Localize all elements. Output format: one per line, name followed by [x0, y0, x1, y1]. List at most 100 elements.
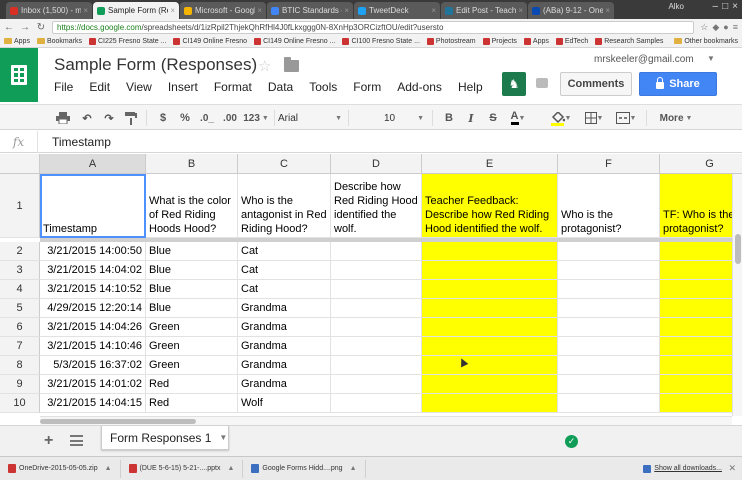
table-cell[interactable] [660, 375, 742, 394]
bold-button[interactable]: B [442, 110, 456, 126]
close-tab-icon[interactable]: × [170, 6, 175, 15]
header-cell[interactable]: Who is the protagonist? [558, 174, 660, 238]
show-all-downloads[interactable]: Show all downloads... [643, 464, 742, 473]
bookmark-item[interactable]: CI149 Online Fresno ... [254, 37, 335, 45]
table-cell[interactable]: Cat [238, 242, 331, 261]
header-cell[interactable]: Describe how Red Riding Hood identified … [331, 174, 422, 238]
table-cell[interactable] [331, 280, 422, 299]
download-item[interactable]: Google Forms Hidd....png ▲ [243, 459, 366, 478]
table-cell[interactable]: Cat [238, 280, 331, 299]
print-icon[interactable] [54, 110, 72, 126]
table-cell[interactable] [422, 318, 558, 337]
back-icon[interactable]: ← [4, 22, 14, 33]
merge-cells-button[interactable]: ▼ [614, 110, 638, 126]
bookmark-item[interactable]: CI225 Fresno State ... [88, 37, 166, 45]
table-cell[interactable] [331, 337, 422, 356]
table-cell[interactable]: 3/21/2015 14:10:52 [40, 280, 146, 299]
table-cell[interactable]: Wolf [238, 394, 331, 413]
header-cell[interactable]: Timestamp [40, 174, 146, 238]
table-cell[interactable] [660, 394, 742, 413]
row-header[interactable]: 8 [0, 356, 40, 375]
table-cell[interactable] [660, 337, 742, 356]
header-cell[interactable]: What is the color of Red Riding Hoods Ho… [146, 174, 238, 238]
browser-tab[interactable]: TweetDeck × [354, 2, 440, 19]
browser-tab[interactable]: Microsoft - Google Dri× [180, 2, 266, 19]
table-cell[interactable]: Red [146, 394, 238, 413]
increase-decimal-button[interactable]: .00 [220, 110, 240, 126]
column-header-c[interactable]: C [238, 154, 331, 174]
bookmark-item[interactable]: Photostream [426, 37, 476, 45]
browser-tab[interactable]: BTIC Standards - Goo× [267, 2, 353, 19]
table-cell[interactable]: Blue [146, 261, 238, 280]
table-cell[interactable]: Green [146, 356, 238, 375]
table-cell[interactable] [422, 242, 558, 261]
decrease-decimal-button[interactable]: .0_ [198, 110, 216, 126]
table-cell[interactable]: 4/29/2015 12:20:14 [40, 299, 146, 318]
table-cell[interactable] [660, 280, 742, 299]
add-sheet-icon[interactable]: + [44, 432, 53, 450]
document-title[interactable]: Sample Form (Responses) [54, 55, 257, 75]
table-cell[interactable] [422, 394, 558, 413]
show-all-downloads-link[interactable]: Show all downloads... [654, 465, 722, 472]
chevron-down-icon[interactable]: ▲ [227, 465, 234, 472]
table-cell[interactable]: Grandma [238, 299, 331, 318]
menu-form[interactable]: Form [353, 80, 381, 94]
download-item[interactable]: OneDrive-2015-05-05.zip ▲ [0, 459, 121, 478]
table-cell[interactable]: 5/3/2015 16:37:02 [40, 356, 146, 375]
menu-data[interactable]: Data [268, 80, 293, 94]
menu-file[interactable]: File [54, 80, 73, 94]
table-cell[interactable]: 3/21/2015 14:01:02 [40, 375, 146, 394]
table-cell[interactable]: Green [146, 337, 238, 356]
table-cell[interactable] [558, 394, 660, 413]
font-family-select[interactable]: Arial ▼ [278, 110, 342, 126]
menu-insert[interactable]: Insert [168, 80, 198, 94]
row-header[interactable]: 5 [0, 299, 40, 318]
share-button[interactable]: Share [639, 72, 717, 96]
star-icon[interactable]: ☆ [258, 57, 271, 75]
table-cell[interactable]: Blue [146, 299, 238, 318]
table-cell[interactable] [558, 356, 660, 375]
table-cell[interactable] [331, 299, 422, 318]
browser-tab[interactable]: Inbox (1,500) - mrskeel× [6, 2, 92, 19]
table-cell[interactable]: 3/21/2015 14:04:15 [40, 394, 146, 413]
font-size-select[interactable]: 10 ▼ [384, 110, 424, 126]
close-icon[interactable]: ✕ [728, 463, 736, 474]
table-cell[interactable] [558, 242, 660, 261]
table-cell[interactable] [660, 242, 742, 261]
table-cell[interactable] [331, 375, 422, 394]
sheets-home-logo[interactable] [0, 48, 38, 102]
row-header[interactable]: 9 [0, 375, 40, 394]
close-tab-icon[interactable]: × [83, 6, 88, 15]
table-cell[interactable] [331, 356, 422, 375]
table-cell[interactable] [422, 280, 558, 299]
browser-tab[interactable]: (ABa) 9-12 - OneDri× [528, 2, 614, 19]
addon-horse-icon[interactable]: ♞ [502, 72, 526, 96]
chevron-down-icon[interactable]: ▼ [707, 54, 715, 63]
table-cell[interactable] [660, 299, 742, 318]
forward-icon[interactable]: → [20, 22, 30, 33]
bookmark-star-icon[interactable]: ☆ [700, 22, 708, 33]
table-cell[interactable] [422, 337, 558, 356]
other-bookmarks[interactable]: Other bookmarks [674, 38, 738, 45]
chevron-down-icon[interactable]: ▼ [219, 433, 227, 442]
bookmark-item[interactable]: Apps [4, 38, 30, 45]
sheet-tab-form-responses[interactable]: Form Responses 1 ▼ [101, 426, 229, 450]
select-all-corner[interactable] [0, 154, 40, 174]
header-cell[interactable]: Teacher Feedback: Describe how Red Ridin… [422, 174, 558, 238]
chat-icon[interactable] [536, 78, 548, 88]
table-cell[interactable]: Grandma [238, 356, 331, 375]
folder-icon[interactable] [284, 57, 299, 72]
percent-format-button[interactable]: % [178, 110, 192, 126]
maximize-icon[interactable]: □ [722, 1, 728, 12]
row-header[interactable]: 10 [0, 394, 40, 413]
more-formats-button[interactable]: 123 ▼ [242, 110, 270, 126]
minimize-icon[interactable]: – [713, 1, 719, 12]
table-cell[interactable]: 3/21/2015 14:10:46 [40, 337, 146, 356]
table-cell[interactable]: Blue [146, 242, 238, 261]
bookmark-item[interactable]: CI100 Fresno State ... [342, 37, 420, 45]
close-tab-icon[interactable]: × [257, 6, 262, 15]
column-header-d[interactable]: D [331, 154, 422, 174]
url-input[interactable]: https://docs.google.com/spreadsheets/d/1… [52, 20, 695, 34]
column-header-a[interactable]: A [40, 154, 146, 174]
table-cell[interactable]: Grandma [238, 375, 331, 394]
